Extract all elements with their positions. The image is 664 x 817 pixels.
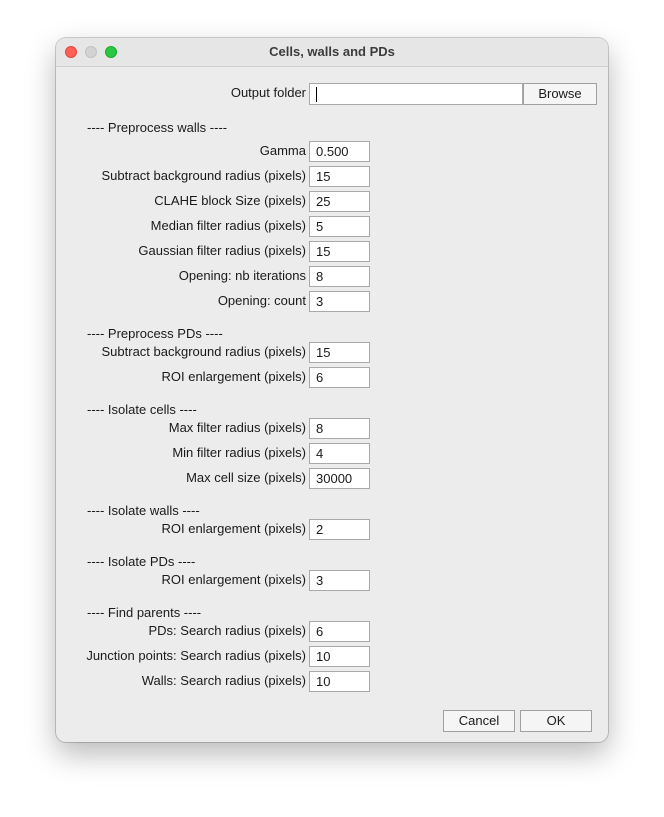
- cancel-button[interactable]: Cancel: [443, 710, 515, 732]
- title-bar[interactable]: Cells, walls and PDs: [56, 38, 608, 67]
- max-filter-label: Max filter radius (pixels): [168, 420, 306, 435]
- pds-roi-enlargement-field[interactable]: 6: [309, 367, 370, 388]
- ok-button[interactable]: OK: [520, 710, 592, 732]
- median-filter-label: Median filter radius (pixels): [150, 218, 306, 233]
- pds-subtract-background-field[interactable]: 15: [309, 342, 370, 363]
- min-filter-field[interactable]: 4: [309, 443, 370, 464]
- walls-subtract-background-label: Subtract background radius (pixels): [101, 168, 307, 183]
- opening-count-field[interactable]: 3: [309, 291, 370, 312]
- section-isolate-walls: ---- Isolate walls ----: [87, 503, 200, 518]
- junction-search-radius-field[interactable]: 10: [309, 646, 370, 667]
- window-title: Cells, walls and PDs: [269, 44, 395, 59]
- walls-roi-enlargement-label: ROI enlargement (pixels): [161, 521, 307, 536]
- gamma-field[interactable]: 0.500: [309, 141, 370, 162]
- max-cell-size-label: Max cell size (pixels): [186, 470, 306, 485]
- section-find-parents: ---- Find parents ----: [87, 605, 202, 620]
- walls-search-radius-label: Walls: Search radius (pixels): [141, 673, 306, 688]
- walls-search-radius-field[interactable]: 10: [309, 671, 370, 692]
- max-cell-size-field[interactable]: 30000: [309, 468, 370, 489]
- isolate-pds-roi-enlargement-field[interactable]: 3: [309, 570, 370, 591]
- min-filter-label: Min filter radius (pixels): [172, 445, 306, 460]
- pds-subtract-background-label: Subtract background radius (pixels): [101, 344, 307, 359]
- dialog-window: Cells, walls and PDs Output folder Brows…: [56, 38, 608, 742]
- pds-roi-enlargement-label: ROI enlargement (pixels): [161, 369, 307, 384]
- isolate-pds-roi-enlargement-label: ROI enlargement (pixels): [161, 572, 307, 587]
- median-filter-field[interactable]: 5: [309, 216, 370, 237]
- walls-roi-enlargement-field[interactable]: 2: [309, 519, 370, 540]
- opening-count-label: Opening: count: [217, 293, 306, 308]
- walls-subtract-background-field[interactable]: 15: [309, 166, 370, 187]
- opening-iterations-label: Opening: nb iterations: [178, 268, 306, 283]
- max-filter-field[interactable]: 8: [309, 418, 370, 439]
- gaussian-filter-label: Gaussian filter radius (pixels): [138, 243, 306, 258]
- section-isolate-pds: ---- Isolate PDs ----: [87, 554, 196, 569]
- gaussian-filter-field[interactable]: 15: [309, 241, 370, 262]
- output-folder-input[interactable]: [309, 83, 523, 105]
- section-preprocess-pds: ---- Preprocess PDs ----: [87, 326, 223, 341]
- text-caret: [316, 87, 317, 102]
- output-folder-label: Output folder: [230, 85, 306, 100]
- pds-search-radius-field[interactable]: 6: [309, 621, 370, 642]
- gamma-label: Gamma: [259, 143, 306, 158]
- clahe-block-size-field[interactable]: 25: [309, 191, 370, 212]
- pds-search-radius-label: PDs: Search radius (pixels): [148, 623, 307, 638]
- opening-iterations-field[interactable]: 8: [309, 266, 370, 287]
- clahe-block-size-label: CLAHE block Size (pixels): [154, 193, 306, 208]
- section-isolate-cells: ---- Isolate cells ----: [87, 402, 197, 417]
- browse-button[interactable]: Browse: [523, 83, 597, 105]
- junction-search-radius-label: Junction points: Search radius (pixels): [86, 648, 306, 663]
- section-preprocess-walls: ---- Preprocess walls ----: [87, 120, 228, 135]
